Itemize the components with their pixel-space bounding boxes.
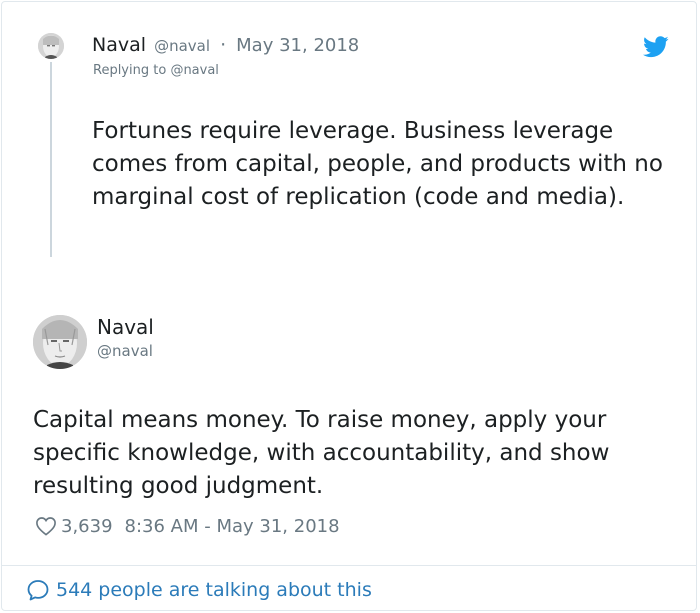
replying-to: Replying to @naval xyxy=(93,63,219,78)
parent-tweet-header: Naval @naval · May 31, 2018 xyxy=(92,34,359,56)
author-name[interactable]: Naval xyxy=(97,315,154,339)
tweet-date[interactable]: May 31, 2018 xyxy=(236,35,359,56)
heart-icon[interactable] xyxy=(35,516,57,536)
author-handle[interactable]: @naval xyxy=(97,342,153,360)
avatar-image xyxy=(38,33,64,59)
twitter-bird-icon[interactable] xyxy=(643,36,669,58)
header-separator: · xyxy=(220,34,227,56)
tweet-meta: 3,639 8:36 AM - May 31, 2018 xyxy=(35,514,340,538)
replying-mention[interactable]: @naval xyxy=(170,63,218,78)
avatar-image xyxy=(33,315,87,369)
conversation-label[interactable]: 544 people are talking about this xyxy=(56,579,372,601)
main-avatar[interactable] xyxy=(33,315,87,369)
conversation-link[interactable]: 544 people are talking about this xyxy=(26,577,372,603)
footer-divider xyxy=(2,565,696,566)
author-handle[interactable]: @naval xyxy=(154,37,210,55)
main-tweet-text: Capital means money. To raise money, app… xyxy=(33,407,610,499)
like-count[interactable]: 3,639 xyxy=(61,516,113,537)
author-name[interactable]: Naval xyxy=(92,34,146,56)
speech-bubble-icon xyxy=(27,580,49,601)
parent-tweet-text: Fortunes require leverage. Business leve… xyxy=(92,118,663,210)
thread-connector-line xyxy=(50,62,52,257)
embedded-tweet-card: Naval @naval · May 31, 2018 Replying to … xyxy=(1,1,697,611)
parent-avatar[interactable] xyxy=(38,33,64,59)
replying-prefix: Replying to xyxy=(93,63,167,78)
tweet-timestamp[interactable]: 8:36 AM - May 31, 2018 xyxy=(125,516,340,537)
